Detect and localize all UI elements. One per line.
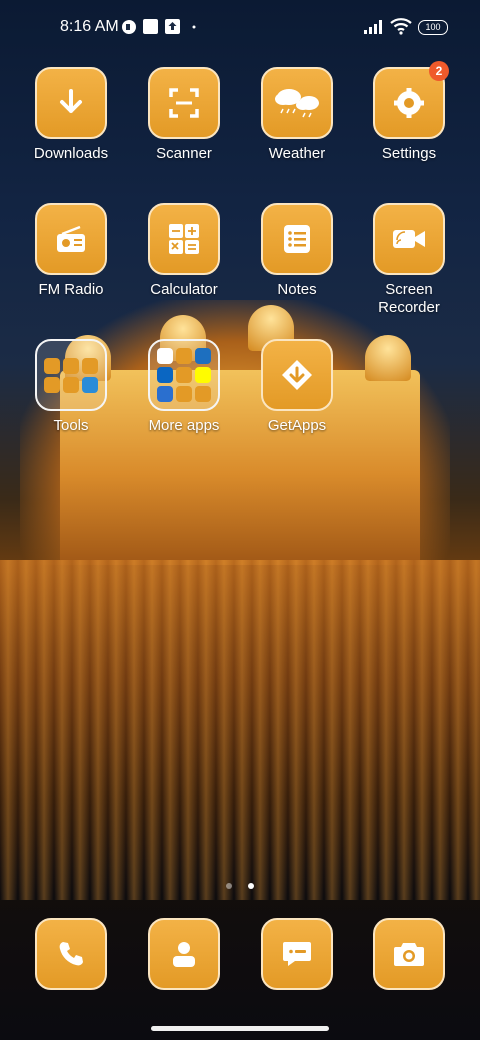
mini-app-icon bbox=[195, 348, 211, 364]
contacts-app-icon[interactable] bbox=[148, 918, 220, 990]
status-bar: 8:16 AM 100 bbox=[0, 0, 480, 56]
app-screen-recorder[interactable]: Screen Recorder bbox=[354, 203, 464, 317]
downloads-app-icon[interactable] bbox=[35, 67, 107, 139]
mini-app-icon bbox=[44, 376, 60, 393]
gear-icon bbox=[394, 88, 424, 118]
radio-icon bbox=[57, 225, 85, 252]
app-calculator[interactable]: Calculator bbox=[129, 203, 239, 299]
mini-app-icon bbox=[195, 367, 211, 383]
mini-app-icon bbox=[44, 357, 60, 374]
notes-list-icon bbox=[284, 225, 310, 253]
mini-app-icon bbox=[195, 386, 211, 402]
mini-app-icon bbox=[157, 367, 173, 383]
dot-icon bbox=[192, 25, 196, 29]
dock-camera[interactable] bbox=[354, 918, 464, 990]
app-getapps[interactable]: GetApps bbox=[242, 339, 352, 435]
wifi-icon bbox=[390, 18, 412, 35]
app-label: Weather bbox=[268, 145, 326, 162]
app-notes[interactable]: Notes bbox=[242, 203, 352, 299]
square-notification-icon bbox=[143, 19, 158, 34]
calculator-icon bbox=[169, 224, 199, 254]
phone-icon bbox=[59, 942, 83, 966]
battery-indicator: 100 bbox=[418, 20, 448, 35]
app-label: FM Radio bbox=[38, 281, 104, 298]
home-indicator-bar[interactable] bbox=[151, 1026, 329, 1031]
app-label: Tools bbox=[53, 417, 89, 434]
screen-recorder-app-icon[interactable] bbox=[373, 203, 445, 275]
app-label: Settings bbox=[381, 145, 437, 162]
folder-tools[interactable]: Tools bbox=[16, 339, 126, 435]
app-label: Calculator bbox=[150, 281, 218, 298]
more-apps-folder-icon[interactable] bbox=[148, 339, 220, 411]
folder-more-apps[interactable]: More apps bbox=[129, 339, 239, 435]
app-weather[interactable]: Weather bbox=[242, 67, 352, 163]
tools-folder-icon[interactable] bbox=[35, 339, 107, 411]
messages-app-icon[interactable] bbox=[261, 918, 333, 990]
mini-app-icon bbox=[63, 357, 79, 374]
signal-icon bbox=[364, 20, 382, 34]
vpn-icon bbox=[122, 20, 136, 34]
mini-app-icon bbox=[176, 367, 192, 383]
getapps-diamond-icon bbox=[282, 360, 312, 390]
upload-icon bbox=[165, 19, 180, 34]
app-settings[interactable]: 2 Settings bbox=[354, 61, 464, 163]
fm-radio-app-icon[interactable] bbox=[35, 203, 107, 275]
camera-icon bbox=[394, 943, 424, 966]
camera-app-icon[interactable] bbox=[373, 918, 445, 990]
mini-app-icon bbox=[82, 376, 98, 393]
cloud-rain-icon bbox=[275, 89, 319, 118]
settings-app-icon[interactable]: 2 bbox=[373, 61, 449, 139]
app-fm-radio[interactable]: FM Radio bbox=[16, 203, 126, 299]
page-indicator[interactable] bbox=[0, 876, 480, 894]
wallpaper-water bbox=[0, 560, 480, 900]
weather-app-icon[interactable] bbox=[261, 67, 333, 139]
app-label: More apps bbox=[148, 417, 220, 434]
download-arrow-icon bbox=[60, 89, 82, 113]
mini-app-icon bbox=[63, 376, 79, 393]
app-label: Downloads bbox=[33, 145, 109, 162]
mini-app-icon bbox=[176, 386, 192, 402]
mini-app-icon bbox=[176, 348, 192, 364]
dock-messages[interactable] bbox=[242, 918, 352, 990]
wallpaper-dome bbox=[365, 335, 411, 381]
page-dot[interactable] bbox=[225, 883, 232, 889]
clock: 8:16 AM bbox=[60, 18, 119, 35]
calculator-app-icon[interactable] bbox=[148, 203, 220, 275]
app-label: Scanner bbox=[156, 145, 212, 162]
mini-app-icon bbox=[157, 348, 173, 364]
message-icon bbox=[283, 942, 311, 966]
getapps-app-icon[interactable] bbox=[261, 339, 333, 411]
app-label: Screen Recorder bbox=[378, 281, 440, 316]
app-label: Notes bbox=[277, 281, 317, 298]
scanner-frame-icon bbox=[169, 88, 199, 118]
notes-app-icon[interactable] bbox=[261, 203, 333, 275]
app-label: GetApps bbox=[267, 417, 327, 434]
page-dot-active[interactable] bbox=[248, 883, 255, 889]
mini-app-icon bbox=[82, 357, 98, 374]
mini-app-icon bbox=[157, 386, 173, 402]
app-scanner[interactable]: Scanner bbox=[129, 67, 239, 163]
contacts-icon bbox=[173, 942, 195, 967]
dock-contacts[interactable] bbox=[129, 918, 239, 990]
video-camera-icon bbox=[393, 230, 425, 248]
phone-app-icon[interactable] bbox=[35, 918, 107, 990]
notification-badge: 2 bbox=[429, 61, 449, 81]
scanner-app-icon[interactable] bbox=[148, 67, 220, 139]
dock-phone[interactable] bbox=[16, 918, 126, 990]
app-downloads[interactable]: Downloads bbox=[16, 67, 126, 163]
